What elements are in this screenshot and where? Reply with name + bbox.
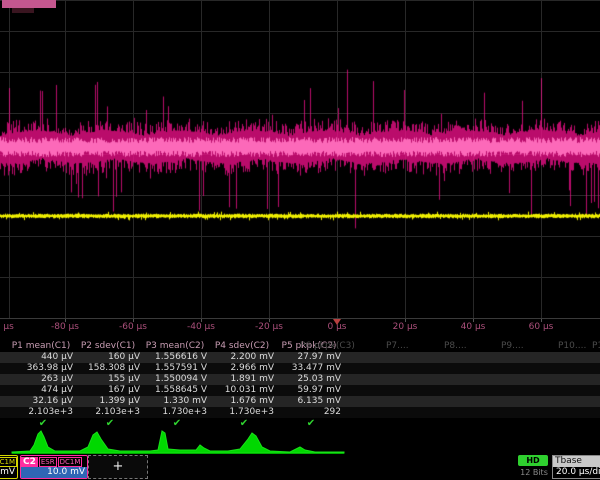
measurement-header-unused[interactable]: P8....	[444, 341, 504, 352]
measurement-value: 32.16 µV	[10, 396, 73, 407]
pink-label-fragment	[2, 0, 56, 8]
measurement-value: 1.330 mV	[144, 396, 207, 407]
measurement-header[interactable]: P2 sdev(C1)	[73, 341, 143, 352]
measurement-value: 158.308 µV	[77, 363, 140, 374]
timebase-value: 20.0 µs/div	[553, 467, 600, 478]
measurement-value: 263 µV	[10, 374, 73, 385]
waveform-traces	[0, 0, 600, 318]
measurement-value: 2.200 mV	[211, 352, 274, 363]
measurement-value: 25.03 mV	[278, 374, 341, 385]
time-axis-label: -100 µs	[0, 322, 21, 332]
measurement-header[interactable]: P4 sdev(C2)	[207, 341, 277, 352]
measurement-header[interactable]: P3 mean(C2)	[140, 341, 210, 352]
measurement-value: 474 µV	[10, 385, 73, 396]
histicon-shapes	[12, 431, 344, 453]
measurement-value: 1.730e+3	[211, 407, 274, 418]
measurement-value: 1.891 mV	[211, 374, 274, 385]
measurement-table: P1 mean(C1)440 µV363.98 µV263 µV474 µV32…	[0, 340, 600, 432]
timebase-title: Tbase	[553, 456, 600, 467]
measurement-header-unused[interactable]: P11....	[592, 341, 600, 352]
measurement-value: 1.558645 V	[144, 385, 207, 396]
measurement-value: 6.135 mV	[278, 396, 341, 407]
measurement-status-check: ✔	[305, 418, 317, 429]
hd-mode-badge[interactable]: HD	[518, 455, 548, 466]
measurement-value: 2.966 mV	[211, 363, 274, 374]
measurement-value: 292	[278, 407, 341, 418]
measurement-header-unused[interactable]: P7....	[386, 341, 446, 352]
channel-descriptor-c1[interactable]: DC1M 0 mV	[0, 455, 18, 479]
measurement-value: 363.98 µV	[10, 363, 73, 374]
time-axis-label: 40 µs	[449, 322, 497, 332]
measurement-status-check: ✔	[37, 418, 49, 429]
measurement-header-unused[interactable]: P9....	[501, 341, 561, 352]
channel-descriptor-c2[interactable]: C2 ESR DC1M 10.0 mV	[20, 455, 88, 479]
measurement-value: 1.557591 V	[144, 363, 207, 374]
cropped-label-fragment	[2, 0, 56, 13]
measurement-value: 155 µV	[77, 374, 140, 385]
measurement-value: 27.97 mV	[278, 352, 341, 363]
time-axis-label: -40 µs	[177, 322, 225, 332]
c2-coupling-badge: DC1M	[58, 457, 83, 467]
measurement-value: 1.556616 V	[144, 352, 207, 363]
measurement-value: 10.031 mV	[211, 385, 274, 396]
measurement-value: 160 µV	[77, 352, 140, 363]
measurement-histicons[interactable]	[0, 430, 350, 455]
measurement-value: 2.103e+3	[10, 407, 73, 418]
hd-bits-label: 12 Bits	[516, 468, 552, 477]
measurement-value: 1.730e+3	[144, 407, 207, 418]
measurement-value: 59.97 mV	[278, 385, 341, 396]
dark-label-fragment	[12, 8, 34, 13]
measurement-value: 1.550094 V	[144, 374, 207, 385]
measurement-header-unused[interactable]: P6 pkpk(C3)	[300, 341, 360, 352]
trigger-position-marker	[333, 319, 341, 325]
measurement-status-check: ✔	[104, 418, 116, 429]
measurement-value: 1.676 mV	[211, 396, 274, 407]
measurement-header[interactable]: P1 mean(C1)	[6, 341, 76, 352]
time-axis-label: -20 µs	[245, 322, 293, 332]
c2-label-chip: C2	[21, 457, 38, 467]
c2-esr-badge: ESR	[39, 457, 57, 467]
time-axis-label: 60 µs	[517, 322, 565, 332]
measurement-status-check: ✔	[238, 418, 250, 429]
time-axis-label: -60 µs	[109, 322, 157, 332]
oscilloscope-screen: -100 µs-80 µs-60 µs-40 µs-20 µs0 µs20 µs…	[0, 0, 600, 480]
add-trace-button[interactable]: +	[88, 455, 148, 479]
measurement-value: 2.103e+3	[77, 407, 140, 418]
timebase-descriptor[interactable]: Tbase 20.0 µs/div	[552, 455, 600, 479]
c2-vdiv-value: 10.0 mV	[21, 467, 87, 478]
time-axis-label: -80 µs	[41, 322, 89, 332]
measurement-value: 1.399 µV	[77, 396, 140, 407]
c1-vdiv-value: 0 mV	[0, 467, 17, 478]
c1-coupling-badge: DC1M	[0, 457, 17, 467]
time-axis: -100 µs-80 µs-60 µs-40 µs-20 µs0 µs20 µs…	[0, 319, 600, 336]
measurement-value: 167 µV	[77, 385, 140, 396]
measurement-status-check: ✔	[171, 418, 183, 429]
measurement-value: 440 µV	[10, 352, 73, 363]
time-axis-label: 20 µs	[381, 322, 429, 332]
measurement-value: 33.477 mV	[278, 363, 341, 374]
